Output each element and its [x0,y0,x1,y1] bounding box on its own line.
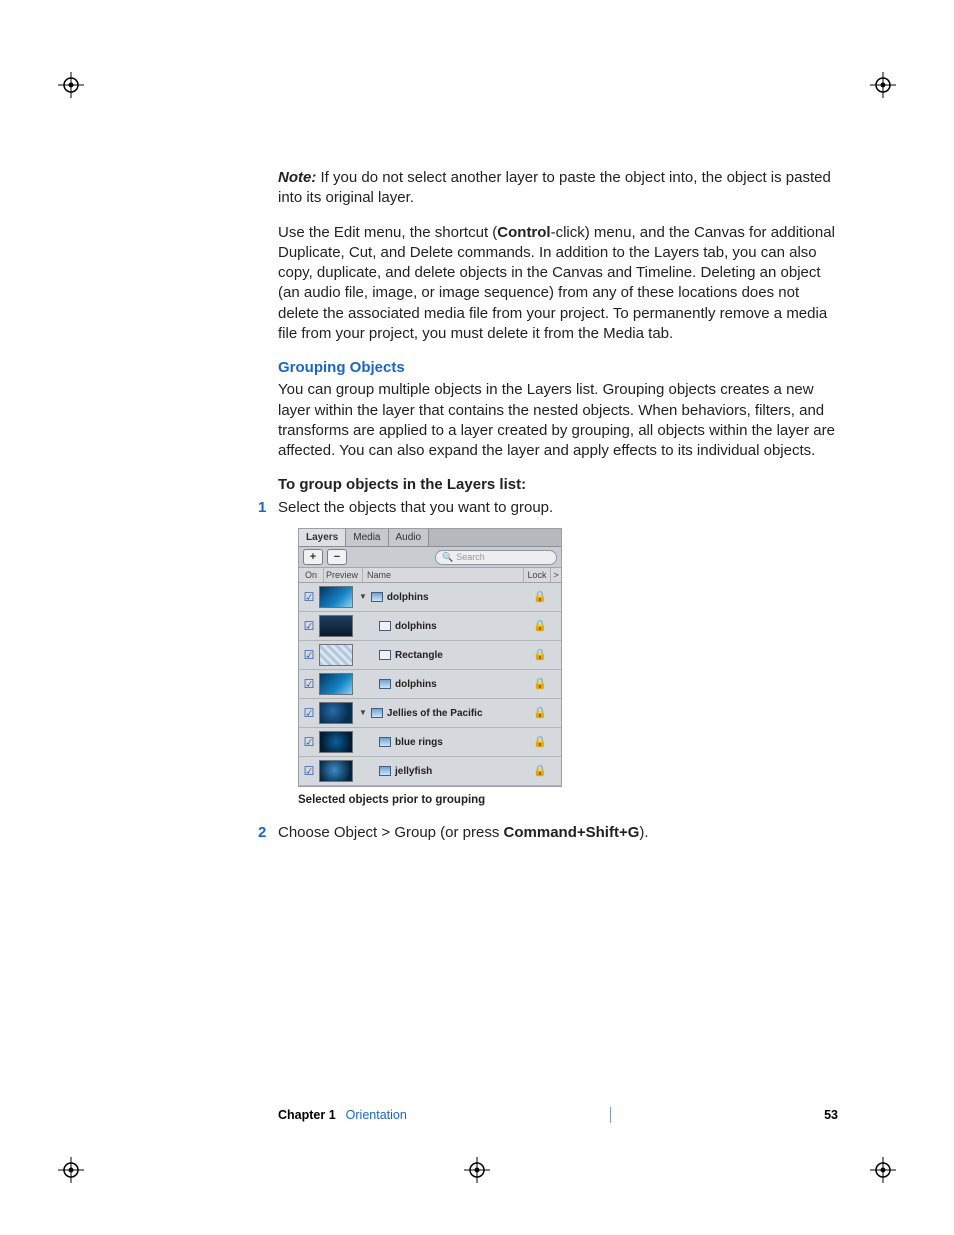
checkbox-icon[interactable]: ☑ [299,763,319,779]
procedure-title: To group objects in the Layers list: [278,475,838,495]
lock-icon[interactable]: 🔒 [529,677,551,692]
checkbox-icon[interactable]: ☑ [299,618,319,634]
search-input[interactable]: 🔍 Search [435,550,557,565]
shape-icon [379,650,391,660]
col-lock: Lock [524,568,551,582]
layer-row-blue-rings[interactable]: ☑ blue rings 🔒 [299,728,561,757]
lock-icon[interactable]: 🔒 [529,735,551,750]
control-key: Control [497,224,550,241]
layer-name: blue rings [353,736,529,750]
crop-mark-icon [870,72,896,98]
checkbox-icon[interactable]: ☑ [299,647,319,663]
page-footer: Chapter 1 Orientation 53 [278,1107,838,1123]
preview-thumbnail [319,644,353,666]
layer-name: ▼ dolphins [353,591,529,605]
tab-audio[interactable]: Audio [389,529,430,547]
lock-icon[interactable]: 🔒 [529,706,551,721]
add-button[interactable]: + [303,549,323,565]
checkbox-icon[interactable]: ☑ [299,589,319,605]
layer-row-jellies-group[interactable]: ☑ ▼ Jellies of the Pacific 🔒 [299,699,561,728]
rows: ☑ ▼ dolphins 🔒 ☑ dolphins [299,583,561,786]
tabs: Layers Media Audio [299,529,561,548]
column-headers: On Preview Name Lock > [299,568,561,583]
search-icon: 🔍 [442,551,453,563]
crop-mark-icon [464,1157,490,1183]
figure-caption: Selected objects prior to grouping [298,793,838,809]
layer-icon [371,592,383,602]
crop-mark-icon [58,72,84,98]
col-preview: Preview [324,568,363,582]
edit-menu-paragraph: Use the Edit menu, the shortcut (Control… [278,223,838,345]
layer-name: dolphins [353,678,529,692]
note-label: Note: [278,169,316,186]
checkbox-icon[interactable]: ☑ [299,705,319,721]
disclosure-triangle-icon[interactable]: ▼ [359,592,367,603]
chapter-title: Orientation [346,1108,407,1122]
section-heading-grouping-objects: Grouping Objects [278,358,838,378]
checkbox-icon[interactable]: ☑ [299,676,319,692]
layer-name: Rectangle [353,649,529,663]
lock-icon[interactable]: 🔒 [529,619,551,634]
crop-mark-icon [58,1157,84,1183]
checkbox-icon[interactable]: ☑ [299,734,319,750]
col-arrow: > [551,568,561,582]
layer-row-dolphins-img[interactable]: ☑ dolphins 🔒 [299,670,561,699]
layer-name: jellyfish [353,765,529,779]
section-body: You can group multiple objects in the La… [278,380,838,461]
step-1: 1 Select the objects that you want to gr… [278,498,838,518]
layer-name: dolphins [353,620,529,634]
preview-thumbnail [319,760,353,782]
layer-icon [371,708,383,718]
search-placeholder: Search [456,551,485,563]
crop-mark-icon [870,1157,896,1183]
col-name: Name [363,568,524,582]
step-number: 2 [258,823,266,843]
page-number: 53 [824,1108,838,1122]
step-text: Select the objects that you want to grou… [278,498,838,518]
layer-name: ▼ Jellies of the Pacific [353,707,529,721]
toolbar: + − 🔍 Search [299,547,561,568]
preview-thumbnail [319,673,353,695]
footer-separator [610,1107,611,1123]
preview-thumbnail [319,731,353,753]
tab-media[interactable]: Media [346,529,388,547]
lock-icon[interactable]: 🔒 [529,590,551,605]
image-icon [379,679,391,689]
layer-row-dolphins-group[interactable]: ☑ ▼ dolphins 🔒 [299,583,561,612]
preview-thumbnail [319,586,353,608]
layers-panel: Layers Media Audio + − 🔍 Search On Previ… [298,528,562,788]
step-text: Choose Object > Group (or press Command+… [278,823,838,843]
tab-layers[interactable]: Layers [299,529,346,547]
layer-row-dolphins-text[interactable]: ☑ dolphins 🔒 [299,612,561,641]
text-icon [379,621,391,631]
col-on: On [299,568,324,582]
shortcut-key: Command+Shift+G [504,824,640,841]
note-paragraph: Note: If you do not select another layer… [278,168,838,209]
remove-button[interactable]: − [327,549,347,565]
preview-thumbnail [319,702,353,724]
page: Note: If you do not select another layer… [0,0,954,1235]
note-text: If you do not select another layer to pa… [278,169,831,206]
image-icon [379,766,391,776]
image-icon [379,737,391,747]
content-area: Note: If you do not select another layer… [278,168,838,849]
step-2: 2 Choose Object > Group (or press Comman… [278,823,838,843]
disclosure-triangle-icon[interactable]: ▼ [359,708,367,719]
layer-row-jellyfish[interactable]: ☑ jellyfish 🔒 [299,757,561,786]
step-number: 1 [258,498,266,518]
chapter-label: Chapter 1 [278,1108,336,1122]
preview-thumbnail [319,615,353,637]
lock-icon[interactable]: 🔒 [529,648,551,663]
layer-row-rectangle[interactable]: ☑ Rectangle 🔒 [299,641,561,670]
lock-icon[interactable]: 🔒 [529,764,551,779]
